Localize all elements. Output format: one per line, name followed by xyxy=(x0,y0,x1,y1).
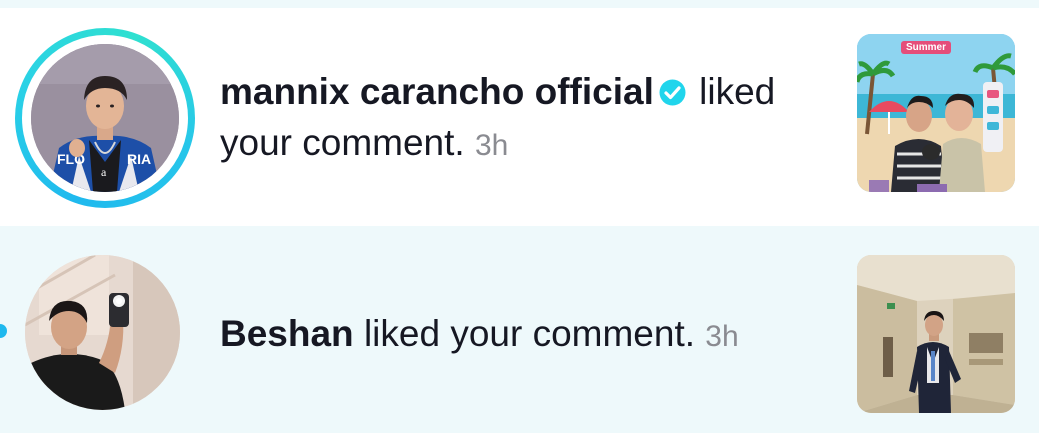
timestamp: 3h xyxy=(474,129,509,162)
notification-row[interactable]: FLO RIA a mannix carancho official liked… xyxy=(0,8,1039,226)
video-thumbnail[interactable]: Summer xyxy=(857,34,1015,192)
notification-row[interactable]: Beshan liked your comment. 3h xyxy=(0,226,1039,433)
notification-text[interactable]: mannix carancho official liked your comm… xyxy=(220,66,820,171)
thumbnail-text: Summer xyxy=(901,41,952,54)
username[interactable]: mannix carancho official xyxy=(220,71,654,112)
avatar[interactable] xyxy=(25,255,180,410)
timestamp: 3h xyxy=(705,320,739,353)
action-text: liked your comment. xyxy=(363,313,696,354)
avatar[interactable]: FLO RIA a xyxy=(31,44,179,192)
verified-badge-icon xyxy=(658,78,687,107)
top-strip xyxy=(0,0,1039,8)
username[interactable]: Beshan xyxy=(220,313,354,354)
video-thumbnail[interactable] xyxy=(857,255,1015,413)
svg-text:a: a xyxy=(101,165,107,179)
svg-text:RIA: RIA xyxy=(127,151,151,167)
story-ring[interactable]: FLO RIA a xyxy=(15,28,195,208)
notification-text[interactable]: Beshan liked your comment. 3h xyxy=(220,308,820,362)
unread-dot xyxy=(0,324,7,338)
